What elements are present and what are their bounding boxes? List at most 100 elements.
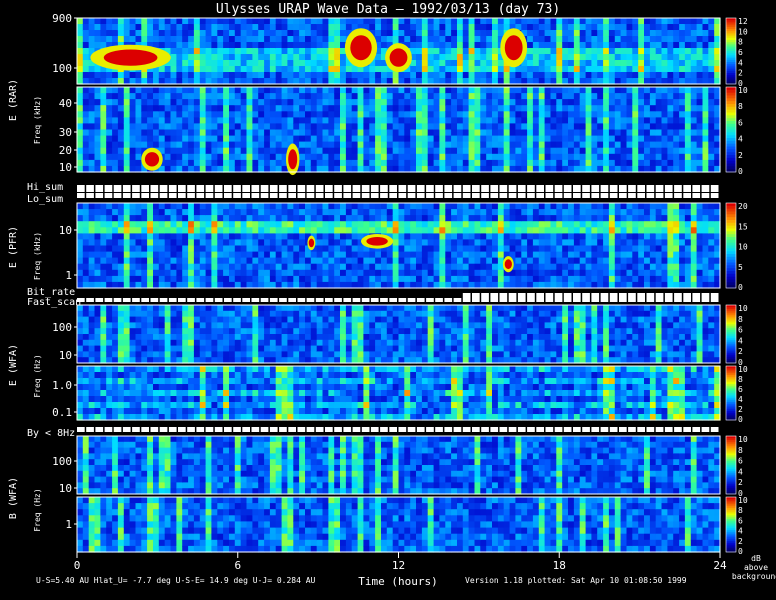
spectrogram-cell — [568, 99, 575, 106]
spectrogram-cell — [223, 42, 230, 49]
spectrogram-cell — [334, 159, 341, 167]
spectrogram-cell — [147, 141, 154, 149]
spectrogram-cell — [106, 159, 113, 167]
spectrogram-cell — [340, 153, 347, 161]
spectrogram-cell — [299, 328, 306, 335]
spectrogram-cell — [100, 30, 107, 37]
spectrogram-cell — [708, 147, 715, 155]
spectrogram-cell — [375, 24, 382, 31]
spectrogram-cell — [141, 245, 148, 253]
spectrogram-cell — [357, 135, 364, 143]
spectrogram-cell — [158, 345, 166, 352]
spectrogram-cell — [608, 257, 616, 265]
spectrogram-cell — [106, 215, 113, 222]
spectrogram-cell — [193, 60, 201, 67]
spectrogram-cell — [626, 203, 633, 210]
spectrogram-cell — [445, 233, 452, 241]
spectrogram-cell — [538, 257, 546, 265]
spectrogram-cell — [392, 72, 400, 79]
spectrogram-cell — [480, 147, 487, 155]
spectrogram-cell — [486, 135, 493, 143]
spectrogram-cell — [334, 24, 341, 31]
spectrogram-cell — [392, 159, 400, 167]
spectrogram-cell — [205, 48, 212, 55]
spectrogram-cell — [579, 66, 587, 73]
spectrogram-cell — [322, 87, 329, 94]
spectrogram-cell — [614, 263, 622, 271]
spectrogram-cell — [644, 147, 651, 155]
spectrogram-cell — [234, 305, 242, 312]
spectrogram-cell — [421, 339, 429, 347]
spectrogram-cell — [340, 141, 347, 149]
spectrogram-cell — [234, 269, 242, 277]
spectrogram-cell — [246, 245, 253, 253]
spectrogram-cell — [188, 141, 195, 149]
spectrogram-cell — [211, 60, 218, 67]
spectrogram-cell — [503, 105, 511, 112]
spectrogram-cell — [509, 221, 516, 228]
spectrogram-cell — [410, 129, 417, 137]
spectrogram-cell — [258, 209, 265, 216]
spectrogram-cell — [521, 275, 528, 283]
spectrogram-cell — [246, 141, 253, 149]
spectrogram-cell — [527, 99, 534, 106]
spectrogram-cell — [310, 72, 318, 79]
spectrogram-cell — [100, 310, 107, 318]
spectrogram-cell — [147, 322, 154, 329]
spectrogram-cell — [597, 30, 604, 37]
spectrogram-cell — [457, 87, 464, 94]
spectrogram-cell — [497, 105, 505, 112]
spectrogram-cell — [88, 339, 96, 347]
spectrogram-cell — [112, 135, 119, 143]
spectrogram-cell — [492, 129, 499, 137]
spectrogram-cell — [527, 66, 534, 73]
spectrogram-cell — [573, 129, 581, 137]
spectrogram-cell — [199, 203, 207, 210]
spectrogram-cell — [293, 72, 300, 79]
spectrogram-cell — [649, 233, 657, 241]
spectrogram-cell — [229, 339, 236, 347]
spectrogram-cell — [638, 72, 645, 79]
spectrogram-cell — [293, 227, 300, 234]
spectrogram-cell — [205, 105, 212, 112]
spectrogram-cell — [252, 93, 259, 100]
spectrogram-cell — [264, 221, 271, 228]
spectrogram-cell — [667, 203, 674, 210]
spectrogram-cell — [620, 72, 627, 79]
spectrogram-cell — [573, 42, 581, 49]
spectrogram-cell — [591, 36, 598, 43]
spectrogram-cell — [182, 111, 189, 118]
spectrogram-cell — [106, 334, 113, 341]
spectrogram-cell — [234, 60, 242, 67]
spectrogram-cell — [579, 269, 587, 277]
spectrogram-cell — [217, 351, 224, 358]
spectrogram-cell — [416, 322, 423, 329]
spectrogram-cell — [381, 305, 388, 312]
spectrogram-cell — [340, 345, 347, 352]
spectrogram-cell — [328, 322, 335, 329]
spectrogram-cell — [275, 316, 283, 323]
spectrogram-cell — [188, 66, 195, 73]
spectrogram-cell — [375, 129, 382, 137]
spectrogram-cell — [608, 141, 616, 149]
spectrogram-cell — [421, 203, 429, 210]
spectrogram-cell — [123, 87, 131, 94]
spectrogram-cell — [281, 18, 288, 25]
spectrogram-cell — [573, 18, 581, 25]
spectrogram-cell — [112, 275, 119, 283]
spectrogram-cell — [351, 153, 359, 161]
spectrogram-cell — [386, 316, 394, 323]
spectrogram-cell — [211, 117, 218, 125]
spectrogram-cell — [468, 93, 475, 100]
spectrogram-cell — [340, 93, 347, 100]
spectrogram-cell — [696, 60, 703, 67]
spectrogram-cell — [497, 87, 505, 94]
spectrogram-cell — [398, 328, 405, 335]
spectrogram-cell — [708, 105, 715, 112]
spectrogram-cell — [544, 117, 551, 125]
spectrogram-cell — [223, 233, 230, 241]
spectrogram-cell — [439, 345, 446, 352]
spectrogram-cell — [246, 99, 253, 106]
spectrogram-cell — [275, 42, 283, 49]
spectrogram-cell — [416, 251, 423, 259]
